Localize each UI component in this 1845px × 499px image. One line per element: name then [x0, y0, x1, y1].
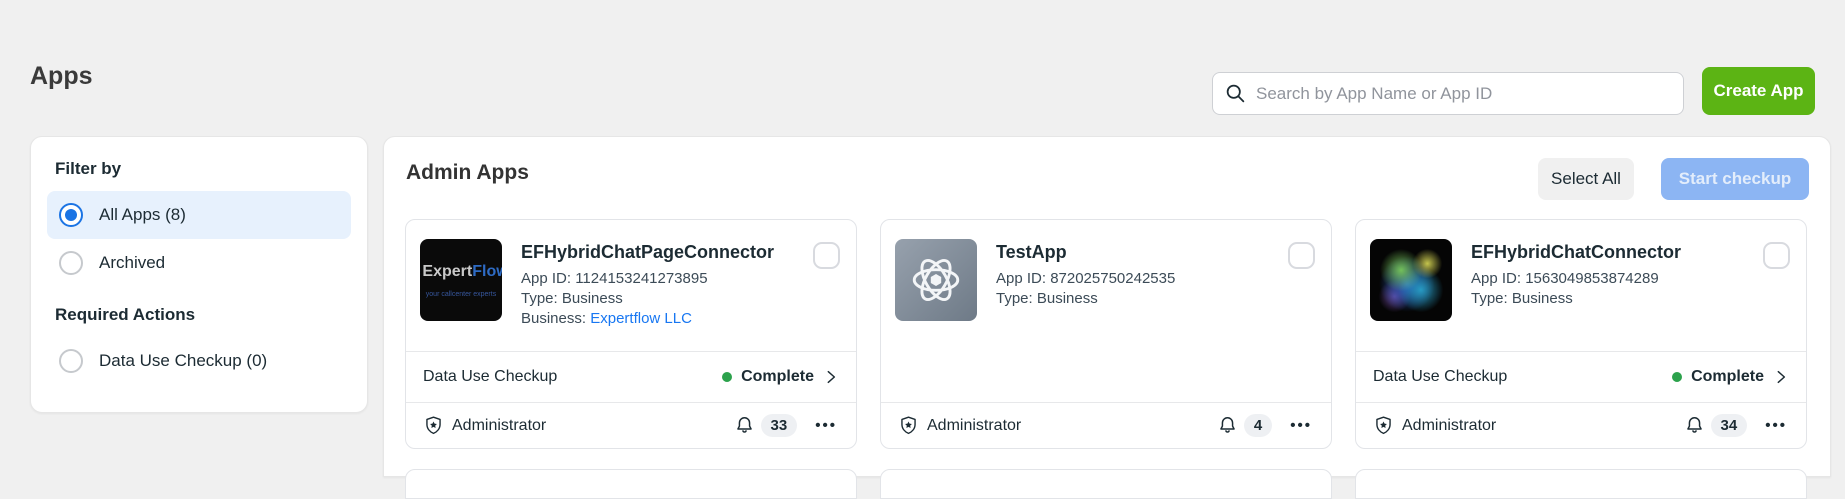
- footer-actions: 4 •••: [1217, 413, 1314, 438]
- app-card-header: ⠿ExpertFlow your callcenter experts EFHy…: [406, 220, 856, 351]
- app-id: App ID: 1124153241273895: [521, 269, 774, 289]
- notifications[interactable]: 34: [1684, 414, 1748, 437]
- checkup-status: Complete: [722, 368, 839, 386]
- overflow-menu-button[interactable]: •••: [813, 413, 839, 438]
- overflow-menu-button[interactable]: •••: [1288, 413, 1314, 438]
- data-use-checkup-row[interactable]: Data Use Checkup Complete: [1356, 351, 1806, 402]
- app-business: Business: Expertflow LLC: [521, 309, 774, 329]
- checkup-label: Data Use Checkup: [423, 368, 557, 386]
- app-type: Type: Business: [1471, 289, 1681, 309]
- filter-all-apps-label: All Apps (8): [99, 205, 186, 225]
- atom-icon: [907, 251, 965, 309]
- app-type: Type: Business: [996, 289, 1175, 309]
- app-card: EFHybridChatConnector App ID: 1563049853…: [1355, 219, 1807, 449]
- app-card-footer: Administrator 4 •••: [881, 402, 1331, 448]
- search-input[interactable]: [1256, 84, 1671, 104]
- status-dot-icon: [1672, 372, 1682, 382]
- notifications[interactable]: 4: [1217, 414, 1272, 437]
- bell-icon: [734, 415, 755, 436]
- notification-count: 33: [761, 414, 798, 437]
- app-name: EFHybridChatPageConnector: [521, 242, 774, 263]
- filter-by-label: Filter by: [55, 159, 343, 179]
- filter-sidebar: Filter by All Apps (8) Archived Required…: [30, 136, 368, 413]
- bell-icon: [1684, 415, 1705, 436]
- app-card-footer: Administrator 34 •••: [1356, 402, 1806, 448]
- app-info: TestApp App ID: 872025750242535 Type: Bu…: [996, 239, 1175, 402]
- checkup-label: Data Use Checkup: [1373, 368, 1507, 386]
- radio-unselected-icon[interactable]: [59, 251, 83, 275]
- footer-actions: 33 •••: [734, 413, 839, 438]
- admin-apps-panel: Admin Apps Select All Start checkup ⠿Exp…: [383, 136, 1831, 477]
- app-name: EFHybridChatConnector: [1471, 242, 1681, 263]
- filter-data-use-checkup-label: Data Use Checkup (0): [99, 351, 267, 371]
- page-root: { "page": { "title": "Apps" }, "header":…: [0, 0, 1845, 477]
- radio-unselected-icon[interactable]: [59, 349, 83, 373]
- role-label: Administrator: [1402, 417, 1496, 435]
- app-id: App ID: 872025750242535: [996, 269, 1175, 289]
- create-app-button[interactable]: Create App: [1702, 67, 1815, 115]
- app-select-checkbox[interactable]: [813, 242, 840, 269]
- app-logo: [1370, 239, 1452, 321]
- overflow-menu-button[interactable]: •••: [1763, 413, 1789, 438]
- app-info: EFHybridChatConnector App ID: 1563049853…: [1471, 239, 1681, 351]
- notification-count: 4: [1244, 414, 1272, 437]
- filter-archived-label: Archived: [99, 253, 165, 273]
- role-badge: Administrator: [898, 415, 1021, 436]
- app-select-checkbox[interactable]: [1288, 242, 1315, 269]
- status-text: Complete: [741, 368, 814, 386]
- next-row-app-card: [405, 469, 857, 499]
- app-search-box[interactable]: [1212, 72, 1684, 115]
- notifications[interactable]: 33: [734, 414, 798, 437]
- role-badge: Administrator: [1373, 415, 1496, 436]
- status-dot-icon: [722, 372, 732, 382]
- chevron-right-icon: [1773, 369, 1789, 385]
- app-logo: [895, 239, 977, 321]
- filter-data-use-checkup[interactable]: Data Use Checkup (0): [47, 337, 351, 385]
- app-card-list: ⠿ExpertFlow your callcenter experts EFHy…: [405, 219, 1807, 449]
- shield-star-icon: [423, 415, 444, 436]
- required-actions-label: Required Actions: [55, 305, 343, 325]
- filter-all-apps[interactable]: All Apps (8): [47, 191, 351, 239]
- logo-subtitle: your callcenter experts: [426, 291, 496, 298]
- business-label: Business:: [521, 310, 586, 327]
- app-name: TestApp: [996, 242, 1175, 263]
- chevron-right-icon: [823, 369, 839, 385]
- role-label: Administrator: [452, 417, 546, 435]
- notification-count: 34: [1711, 414, 1748, 437]
- logo-text-b: Flow: [472, 263, 502, 280]
- role-badge: Administrator: [423, 415, 546, 436]
- select-all-button[interactable]: Select All: [1538, 158, 1634, 200]
- next-row-app-card: [880, 469, 1332, 499]
- logo-text: ⠿ExpertFlow: [420, 263, 502, 281]
- logo-text-a: Expert: [422, 263, 472, 280]
- app-card: ⠿ExpertFlow your callcenter experts EFHy…: [405, 219, 857, 449]
- app-card: TestApp App ID: 872025750242535 Type: Bu…: [880, 219, 1332, 449]
- filter-archived[interactable]: Archived: [47, 239, 351, 287]
- app-card-footer: Administrator 33 •••: [406, 402, 856, 448]
- shield-star-icon: [1373, 415, 1394, 436]
- data-use-checkup-row[interactable]: Data Use Checkup Complete: [406, 351, 856, 402]
- next-row-app-card: [1355, 469, 1807, 499]
- app-select-checkbox[interactable]: [1763, 242, 1790, 269]
- app-id: App ID: 1563049853874289: [1471, 269, 1681, 289]
- radio-selected-icon[interactable]: [59, 203, 83, 227]
- bell-icon: [1217, 415, 1238, 436]
- checkup-status: Complete: [1672, 368, 1789, 386]
- app-card-header: EFHybridChatConnector App ID: 1563049853…: [1356, 220, 1806, 351]
- start-checkup-button[interactable]: Start checkup: [1661, 158, 1809, 200]
- role-label: Administrator: [927, 417, 1021, 435]
- status-text: Complete: [1691, 368, 1764, 386]
- app-type: Type: Business: [521, 289, 774, 309]
- shield-star-icon: [898, 415, 919, 436]
- business-link[interactable]: Expertflow LLC: [590, 310, 692, 327]
- app-logo: ⠿ExpertFlow your callcenter experts: [420, 239, 502, 321]
- app-info: EFHybridChatPageConnector App ID: 112415…: [521, 239, 774, 351]
- admin-apps-title: Admin Apps: [406, 161, 529, 185]
- search-icon: [1225, 83, 1246, 104]
- footer-actions: 34 •••: [1684, 413, 1789, 438]
- app-card-header: TestApp App ID: 872025750242535 Type: Bu…: [881, 220, 1331, 402]
- page-title: Apps: [30, 62, 93, 91]
